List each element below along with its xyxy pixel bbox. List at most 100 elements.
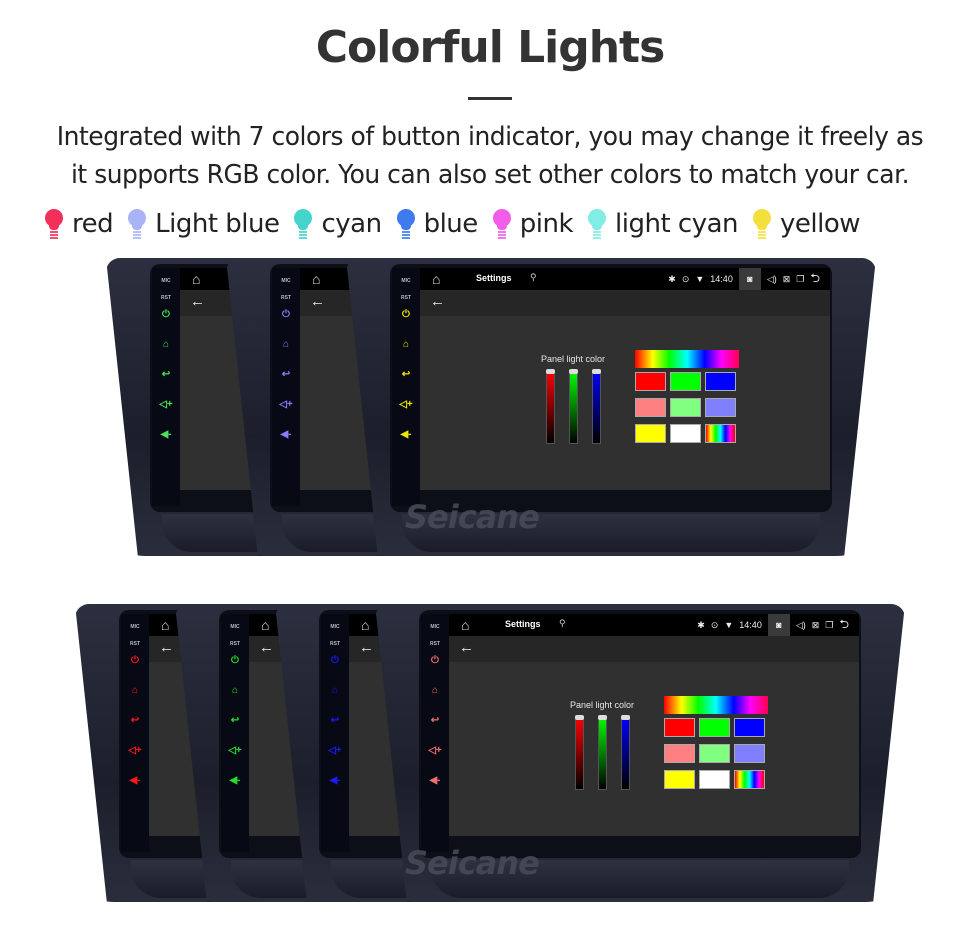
slider-red[interactable] bbox=[546, 369, 555, 444]
back-arrow-icon[interactable]: ← bbox=[190, 293, 205, 310]
rst-label: RST bbox=[330, 641, 340, 647]
system-back-icon[interactable]: ⮌ bbox=[839, 615, 849, 636]
back-icon[interactable]: ↩ bbox=[402, 370, 410, 380]
color-swatch[interactable] bbox=[705, 424, 736, 443]
power-icon[interactable]: ⏻ bbox=[331, 656, 339, 666]
home-icon[interactable]: ⌂ bbox=[261, 617, 269, 633]
mic-label: MIC bbox=[401, 278, 411, 284]
color-spectrum-bar[interactable] bbox=[635, 350, 739, 368]
legend-label: red bbox=[72, 209, 114, 239]
back-arrow-icon[interactable]: ← bbox=[159, 639, 174, 656]
volume-down-icon[interactable]: ◀- bbox=[229, 776, 240, 786]
back-icon[interactable]: ↩ bbox=[331, 716, 339, 726]
slider-knob[interactable] bbox=[569, 369, 578, 374]
legend-item: cyan bbox=[293, 207, 382, 241]
status-bar: ⌂ Settings ⚲ ✱ ⊙ ▼ 14:40 ◙ ◁) ⊠ ❐ ⮌ bbox=[449, 614, 859, 636]
home-icon[interactable]: ⌂ bbox=[432, 686, 438, 696]
slider-green[interactable] bbox=[569, 369, 578, 444]
back-arrow-icon[interactable]: ← bbox=[430, 293, 445, 310]
color-swatch[interactable] bbox=[670, 424, 701, 443]
volume-up-icon[interactable]: ◁+ bbox=[159, 400, 173, 410]
back-arrow-icon[interactable]: ← bbox=[459, 639, 474, 656]
volume-up-icon[interactable]: ◁+ bbox=[328, 746, 342, 756]
home-icon[interactable]: ⌂ bbox=[461, 617, 469, 633]
slider-blue[interactable] bbox=[592, 369, 601, 444]
color-swatch[interactable] bbox=[734, 718, 765, 737]
back-arrow-icon[interactable]: ← bbox=[310, 293, 325, 310]
volume-icon[interactable]: ◁) bbox=[767, 274, 777, 285]
back-arrow-icon[interactable]: ← bbox=[359, 639, 374, 656]
volume-down-icon[interactable]: ◀- bbox=[129, 776, 140, 786]
color-spectrum-bar[interactable] bbox=[664, 696, 768, 714]
wifi-icon: ▼ bbox=[695, 274, 705, 284]
volume-down-icon[interactable]: ◀- bbox=[280, 430, 291, 440]
home-icon[interactable]: ⌂ bbox=[232, 686, 238, 696]
back-icon[interactable]: ↩ bbox=[231, 716, 239, 726]
volume-icon[interactable]: ◁) bbox=[796, 620, 806, 631]
close-app-icon[interactable]: ⊠ bbox=[783, 274, 791, 285]
home-icon[interactable]: ⌂ bbox=[192, 271, 200, 287]
home-icon[interactable]: ⌂ bbox=[161, 617, 169, 633]
color-swatch[interactable] bbox=[734, 744, 765, 763]
slider-knob[interactable] bbox=[621, 715, 630, 720]
volume-up-icon[interactable]: ◁+ bbox=[399, 400, 413, 410]
screenshot-camera-icon[interactable]: ◙ bbox=[738, 268, 761, 290]
color-swatch[interactable] bbox=[664, 718, 695, 737]
volume-up-icon[interactable]: ◁+ bbox=[228, 746, 242, 756]
power-icon[interactable]: ⏻ bbox=[282, 310, 290, 320]
color-swatch[interactable] bbox=[670, 372, 701, 391]
screenshot-camera-icon[interactable]: ◙ bbox=[767, 614, 790, 636]
color-swatch[interactable] bbox=[664, 770, 695, 789]
slider-green[interactable] bbox=[598, 715, 607, 790]
recent-apps-icon[interactable]: ❐ bbox=[825, 620, 833, 631]
home-icon[interactable]: ⌂ bbox=[432, 271, 440, 287]
close-app-icon[interactable]: ⊠ bbox=[812, 620, 820, 631]
home-icon[interactable]: ⌂ bbox=[312, 271, 320, 287]
volume-down-icon[interactable]: ◀- bbox=[400, 430, 411, 440]
color-swatch[interactable] bbox=[699, 744, 730, 763]
home-icon[interactable]: ⌂ bbox=[332, 686, 338, 696]
volume-up-icon[interactable]: ◁+ bbox=[279, 400, 293, 410]
color-swatch[interactable] bbox=[635, 424, 666, 443]
home-icon[interactable]: ⌂ bbox=[283, 340, 289, 350]
slider-knob[interactable] bbox=[575, 715, 584, 720]
status-icons: ✱ ⊙ ▼ 14:40 ◙ ◁) ⊠ ❐ ⮌ bbox=[697, 614, 859, 636]
color-swatch[interactable] bbox=[705, 398, 736, 417]
legend-item: Light blue bbox=[127, 207, 280, 241]
power-icon[interactable]: ⏻ bbox=[162, 310, 170, 320]
slider-red[interactable] bbox=[575, 715, 584, 790]
volume-up-icon[interactable]: ◁+ bbox=[428, 746, 442, 756]
back-icon[interactable]: ↩ bbox=[431, 716, 439, 726]
slider-knob[interactable] bbox=[546, 369, 555, 374]
home-icon[interactable]: ⌂ bbox=[361, 617, 369, 633]
color-swatch[interactable] bbox=[699, 718, 730, 737]
power-icon[interactable]: ⏻ bbox=[402, 310, 410, 320]
color-swatch[interactable] bbox=[699, 770, 730, 789]
back-arrow-icon[interactable]: ← bbox=[259, 639, 274, 656]
volume-up-icon[interactable]: ◁+ bbox=[128, 746, 142, 756]
system-back-icon[interactable]: ⮌ bbox=[810, 269, 820, 290]
slider-knob[interactable] bbox=[592, 369, 601, 374]
back-icon[interactable]: ↩ bbox=[131, 716, 139, 726]
back-icon[interactable]: ↩ bbox=[162, 370, 170, 380]
color-swatch[interactable] bbox=[664, 744, 695, 763]
slider-blue[interactable] bbox=[621, 715, 630, 790]
power-icon[interactable]: ⏻ bbox=[231, 656, 239, 666]
volume-down-icon[interactable]: ◀- bbox=[429, 776, 440, 786]
volume-down-icon[interactable]: ◀- bbox=[160, 430, 171, 440]
recent-apps-icon[interactable]: ❐ bbox=[796, 274, 804, 285]
volume-down-icon[interactable]: ◀- bbox=[329, 776, 340, 786]
color-swatch[interactable] bbox=[670, 398, 701, 417]
color-swatch[interactable] bbox=[734, 770, 765, 789]
slider-knob[interactable] bbox=[598, 715, 607, 720]
power-icon[interactable]: ⏻ bbox=[131, 656, 139, 666]
home-icon[interactable]: ⌂ bbox=[132, 686, 138, 696]
description: Integrated with 7 colors of button indic… bbox=[20, 118, 961, 194]
color-swatch[interactable] bbox=[705, 372, 736, 391]
power-icon[interactable]: ⏻ bbox=[431, 656, 439, 666]
color-swatch[interactable] bbox=[635, 372, 666, 391]
color-swatch[interactable] bbox=[635, 398, 666, 417]
home-icon[interactable]: ⌂ bbox=[163, 340, 169, 350]
back-icon[interactable]: ↩ bbox=[282, 370, 290, 380]
home-icon[interactable]: ⌂ bbox=[403, 340, 409, 350]
